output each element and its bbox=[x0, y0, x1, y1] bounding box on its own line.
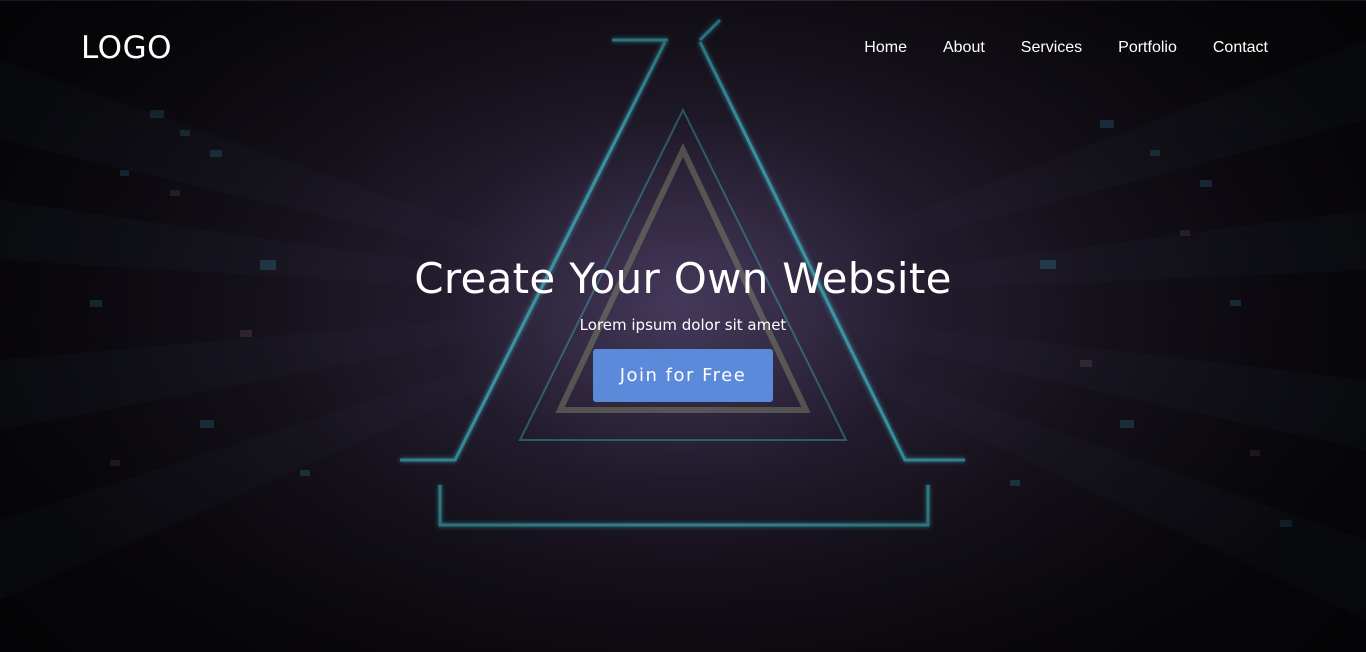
nav-contact[interactable]: Contact bbox=[1213, 38, 1268, 58]
nav-about[interactable]: About bbox=[943, 38, 985, 58]
hero-section: Create Your Own Website Lorem ipsum dolo… bbox=[0, 250, 1366, 402]
main-nav: Home About Services Portfolio Contact bbox=[864, 38, 1268, 58]
nav-home[interactable]: Home bbox=[864, 38, 907, 58]
join-for-free-button[interactable]: Join for Free bbox=[593, 349, 773, 402]
hero-subtitle: Lorem ipsum dolor sit amet bbox=[579, 316, 787, 334]
nav-portfolio[interactable]: Portfolio bbox=[1118, 38, 1177, 58]
site-logo[interactable]: LOGO bbox=[81, 28, 172, 68]
landing-page: LOGO Home About Services Portfolio Conta… bbox=[0, 0, 1366, 652]
nav-services[interactable]: Services bbox=[1021, 38, 1082, 58]
hero-title: Create Your Own Website bbox=[414, 254, 952, 303]
